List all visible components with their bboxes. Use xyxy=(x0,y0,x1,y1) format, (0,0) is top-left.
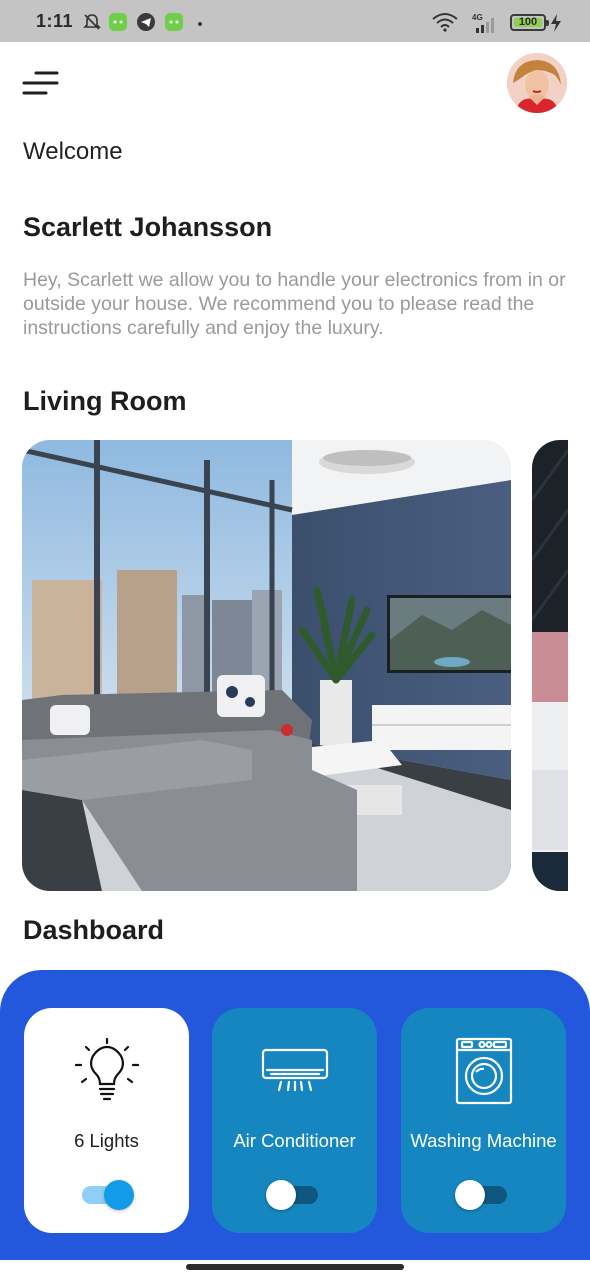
washing-machine-icon xyxy=(455,1037,512,1105)
svg-text:4G: 4G xyxy=(472,13,483,22)
wifi-icon xyxy=(432,13,458,32)
menu-icon[interactable] xyxy=(22,70,62,100)
device-label-lights: 6 Lights xyxy=(74,1130,139,1151)
device-card-washing-machine[interactable]: Washing Machine xyxy=(401,1008,566,1233)
living-room-photo xyxy=(22,440,511,891)
notification-dot xyxy=(198,22,202,26)
room-card-living-room[interactable] xyxy=(22,440,511,891)
washing-machine-toggle[interactable] xyxy=(455,1180,511,1210)
android-app-icon xyxy=(165,13,183,31)
avatar[interactable] xyxy=(507,53,567,113)
charging-icon xyxy=(551,14,561,32)
mute-bell-icon xyxy=(83,14,101,30)
battery-icon: 100 xyxy=(510,14,549,31)
android-app-icon xyxy=(109,13,127,31)
intro-text: Hey, Scarlett we allow you to handle you… xyxy=(23,269,566,339)
welcome-text: Welcome xyxy=(23,138,123,165)
air-conditioner-icon xyxy=(261,1048,328,1092)
air-conditioner-toggle[interactable] xyxy=(266,1180,322,1210)
room-section-title: Living Room xyxy=(23,386,187,416)
lights-toggle[interactable] xyxy=(78,1180,134,1210)
status-time: 1:11 xyxy=(36,11,74,31)
home-indicator[interactable] xyxy=(186,1264,404,1270)
user-name: Scarlett Johansson xyxy=(23,212,273,242)
device-label-washing-machine: Washing Machine xyxy=(410,1130,557,1151)
dashboard-title: Dashboard xyxy=(23,915,165,945)
room-card-next[interactable] xyxy=(532,440,568,891)
device-card-air-conditioner[interactable]: Air Conditioner xyxy=(212,1008,377,1233)
bedroom-photo xyxy=(532,440,568,891)
light-bulb-icon xyxy=(74,1038,139,1101)
telegram-icon xyxy=(137,13,155,31)
signal-icon: 4G xyxy=(472,13,494,33)
battery-level: 100 xyxy=(514,17,542,28)
device-label-air-conditioner: Air Conditioner xyxy=(233,1130,356,1151)
device-card-lights[interactable]: 6 Lights xyxy=(24,1008,189,1233)
status-bar: 1:11 4G 100 xyxy=(0,0,590,42)
